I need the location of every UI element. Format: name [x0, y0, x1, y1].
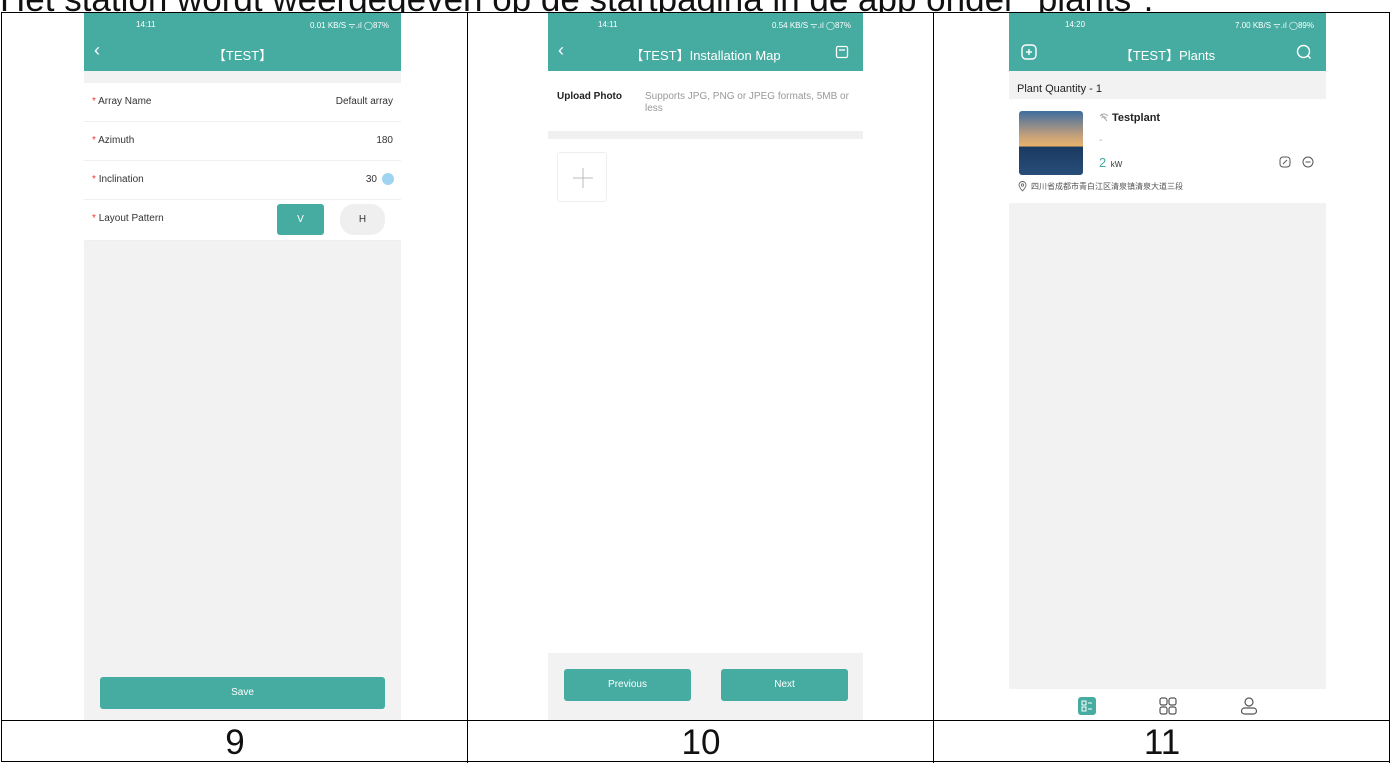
- form-row-inclination[interactable]: * Inclination 30: [84, 161, 401, 200]
- plant-address: 四川省成都市青白江区清泉镇清泉大道三段: [1031, 182, 1183, 191]
- form-row-array-name[interactable]: * Array Name Default array: [84, 83, 401, 122]
- row-label: Azimuth: [98, 135, 135, 146]
- phone-screen-array: 14:11 0.01 KB/S ᯤ.ıl ◯87% ‹ 【TEST】 * Arr…: [84, 13, 401, 721]
- plant-card[interactable]: Testplant - 2 kW 四川省成都市青白江区清泉镇清泉大道三段: [1009, 99, 1326, 203]
- save-icon[interactable]: [835, 45, 849, 59]
- step-number: 10: [681, 723, 721, 762]
- add-photo-button[interactable]: [557, 152, 607, 202]
- screenshot-table: 14:11 0.01 KB/S ᯤ.ıl ◯87% ‹ 【TEST】 * Arr…: [1, 12, 1390, 763]
- page-title: 【TEST】Plants: [1119, 48, 1216, 63]
- status-time: 14:11: [598, 20, 618, 29]
- upload-row: Upload Photo Supports JPG, PNG or JPEG f…: [548, 83, 863, 133]
- status-time: 14:11: [136, 20, 156, 29]
- next-button[interactable]: Next: [721, 669, 848, 701]
- table-cell-step-9: 14:11 0.01 KB/S ᯤ.ıl ◯87% ‹ 【TEST】 * Arr…: [2, 12, 468, 721]
- table-cell-step-11: 14:20 7.00 KB/S ᯤ.ıl ◯89% 【TEST】Plants P…: [934, 12, 1390, 721]
- edit-icon[interactable]: [1279, 156, 1291, 168]
- status-indicators: 0.01 KB/S ᯤ.ıl ◯87%: [310, 21, 389, 30]
- plant-quantity-header: Plant Quantity - 1: [1017, 83, 1102, 95]
- table-cell-step-10: 14:11 0.54 KB/S ᯤ.ıl ◯87% ‹ 【TEST】Instal…: [468, 12, 934, 721]
- plant-subtitle: -: [1099, 135, 1103, 146]
- plant-power-value: 2: [1099, 155, 1107, 170]
- nav-profile-icon[interactable]: [1240, 697, 1258, 715]
- plant-power: 2 kW: [1099, 154, 1122, 172]
- page-title: 【TEST】Installation Map: [630, 48, 781, 63]
- search-icon[interactable]: [1296, 44, 1312, 60]
- plant-name: Testplant: [1112, 112, 1161, 124]
- azimuth-value[interactable]: 180: [376, 135, 393, 146]
- clear-icon[interactable]: [382, 173, 394, 185]
- step-number: 11: [1143, 723, 1181, 762]
- nav-devices-icon[interactable]: [1159, 697, 1177, 715]
- layout-option-v[interactable]: V: [277, 204, 324, 235]
- required-mark: *: [92, 96, 96, 107]
- phone-screen-installation-map: 14:11 0.54 KB/S ᯤ.ıl ◯87% ‹ 【TEST】Instal…: [548, 13, 863, 721]
- previous-button[interactable]: Previous: [564, 669, 691, 701]
- more-icon[interactable]: [1302, 156, 1314, 168]
- status-indicators: 7.00 KB/S ᯤ.ıl ◯89%: [1235, 21, 1314, 30]
- plus-icon: [573, 168, 593, 188]
- save-button[interactable]: Save: [100, 677, 385, 709]
- step-number: 9: [225, 723, 245, 762]
- inclination-value: 30: [365, 174, 377, 185]
- upload-label: Upload Photo: [557, 91, 622, 102]
- required-mark: *: [92, 213, 96, 224]
- plant-power-unit: kW: [1110, 160, 1123, 169]
- top-bar: 14:11 0.54 KB/S ᯤ.ıl ◯87% ‹ 【TEST】Instal…: [548, 13, 863, 71]
- divider: [548, 131, 863, 139]
- status-indicators: 0.54 KB/S ᯤ.ıl ◯87%: [772, 21, 851, 30]
- row-label: Inclination: [98, 174, 144, 185]
- top-bar: 14:20 7.00 KB/S ᯤ.ıl ◯89% 【TEST】Plants: [1009, 13, 1326, 71]
- array-name-value[interactable]: Default array: [336, 96, 393, 107]
- form-row-layout-pattern: * Layout Pattern V H: [84, 200, 401, 241]
- row-label: Array Name: [98, 96, 152, 107]
- status-time: 14:20: [1065, 20, 1086, 29]
- required-mark: *: [92, 174, 96, 185]
- wifi-icon: [1099, 112, 1109, 122]
- form-row-azimuth[interactable]: * Azimuth 180: [84, 122, 401, 161]
- required-mark: *: [92, 135, 96, 146]
- layout-option-h[interactable]: H: [340, 204, 385, 235]
- phone-screen-plants: 14:20 7.00 KB/S ᯤ.ıl ◯89% 【TEST】Plants P…: [1009, 13, 1326, 721]
- row-label: Layout Pattern: [98, 213, 164, 224]
- upload-hint: Supports JPG, PNG or JPEG formats, 5MB o…: [645, 91, 849, 114]
- nav-plants-icon[interactable]: [1078, 697, 1096, 715]
- caption-text: Het station wordt weergegeven op de star…: [0, 0, 1390, 12]
- top-bar: 14:11 0.01 KB/S ᯤ.ıl ◯87% ‹ 【TEST】: [84, 13, 401, 71]
- plant-thumbnail: [1019, 111, 1083, 175]
- bottom-nav: [1009, 689, 1326, 721]
- location-icon: [1018, 181, 1027, 192]
- step-number-row: 9 10 11: [2, 720, 1390, 763]
- page-title: 【TEST】: [212, 48, 273, 63]
